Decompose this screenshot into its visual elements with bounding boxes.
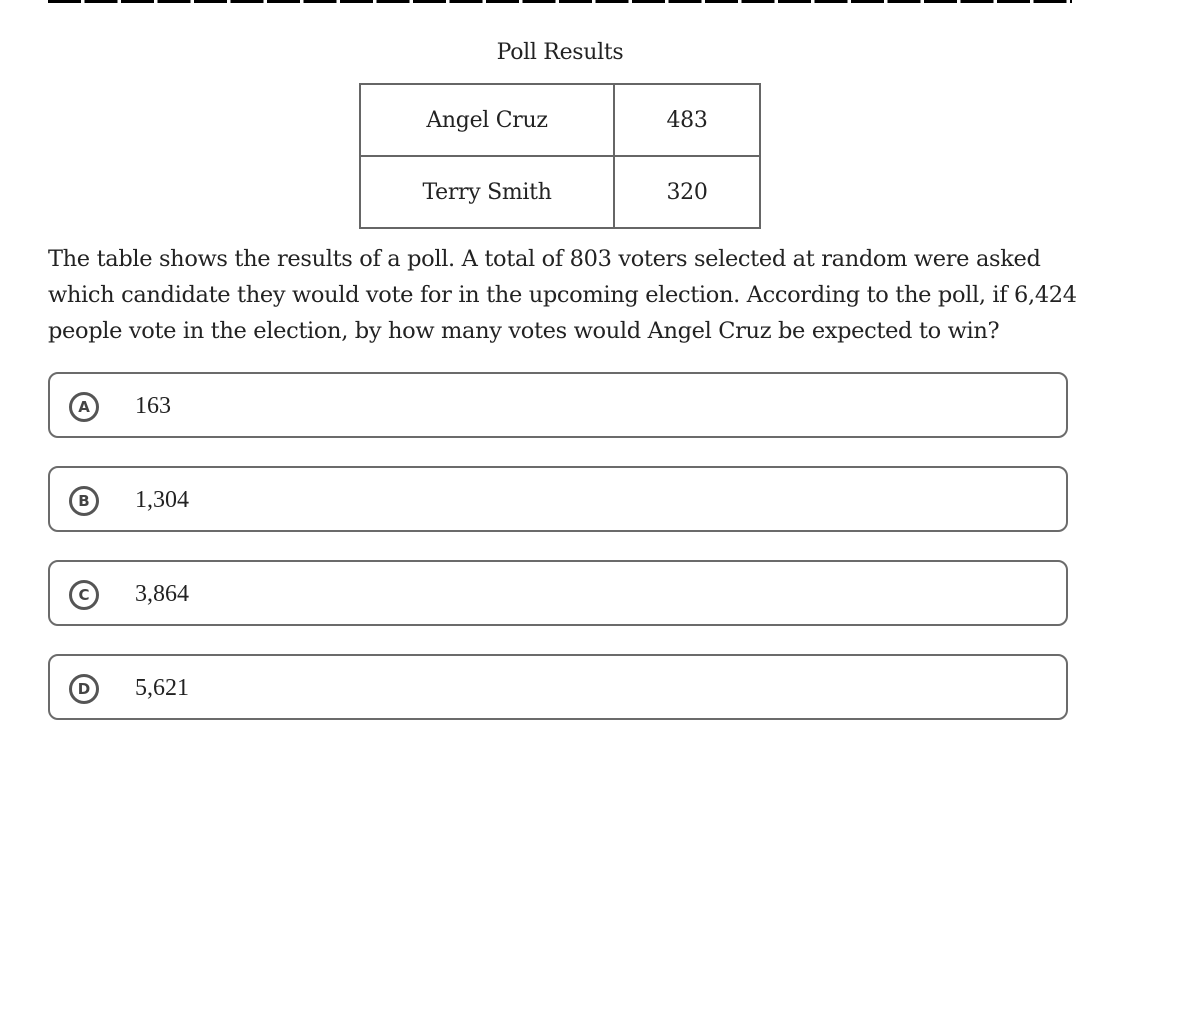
table-title: Poll Results <box>496 40 624 65</box>
question-text: The table shows the results of a poll. A… <box>48 246 1077 344</box>
choice-text: 163 <box>135 393 171 419</box>
answer-choice-a[interactable]: A 163 <box>48 372 1068 438</box>
poll-results-table: Angel Cruz 483 Terry Smith 320 <box>359 83 761 229</box>
top-dashed-divider <box>48 0 1072 3</box>
candidate-name-cell: Terry Smith <box>359 155 615 229</box>
choice-letter-c-icon: C <box>69 580 99 610</box>
choice-text: 5,621 <box>135 675 189 701</box>
answer-choice-d[interactable]: D 5,621 <box>48 654 1068 720</box>
votes-cell: 483 <box>613 83 761 157</box>
choice-letter-a-icon: A <box>69 392 99 422</box>
answer-choice-b[interactable]: B 1,304 <box>48 466 1068 532</box>
answer-choice-c[interactable]: C 3,864 <box>48 560 1068 626</box>
table-row: Angel Cruz 483 <box>359 83 761 157</box>
choice-letter-d-icon: D <box>69 674 99 704</box>
choice-text: 3,864 <box>135 581 189 607</box>
choice-text: 1,304 <box>135 487 189 513</box>
candidate-name-cell: Angel Cruz <box>359 83 615 157</box>
choice-letter-b-icon: B <box>69 486 99 516</box>
table-row: Terry Smith 320 <box>359 155 761 229</box>
votes-cell: 320 <box>613 155 761 229</box>
